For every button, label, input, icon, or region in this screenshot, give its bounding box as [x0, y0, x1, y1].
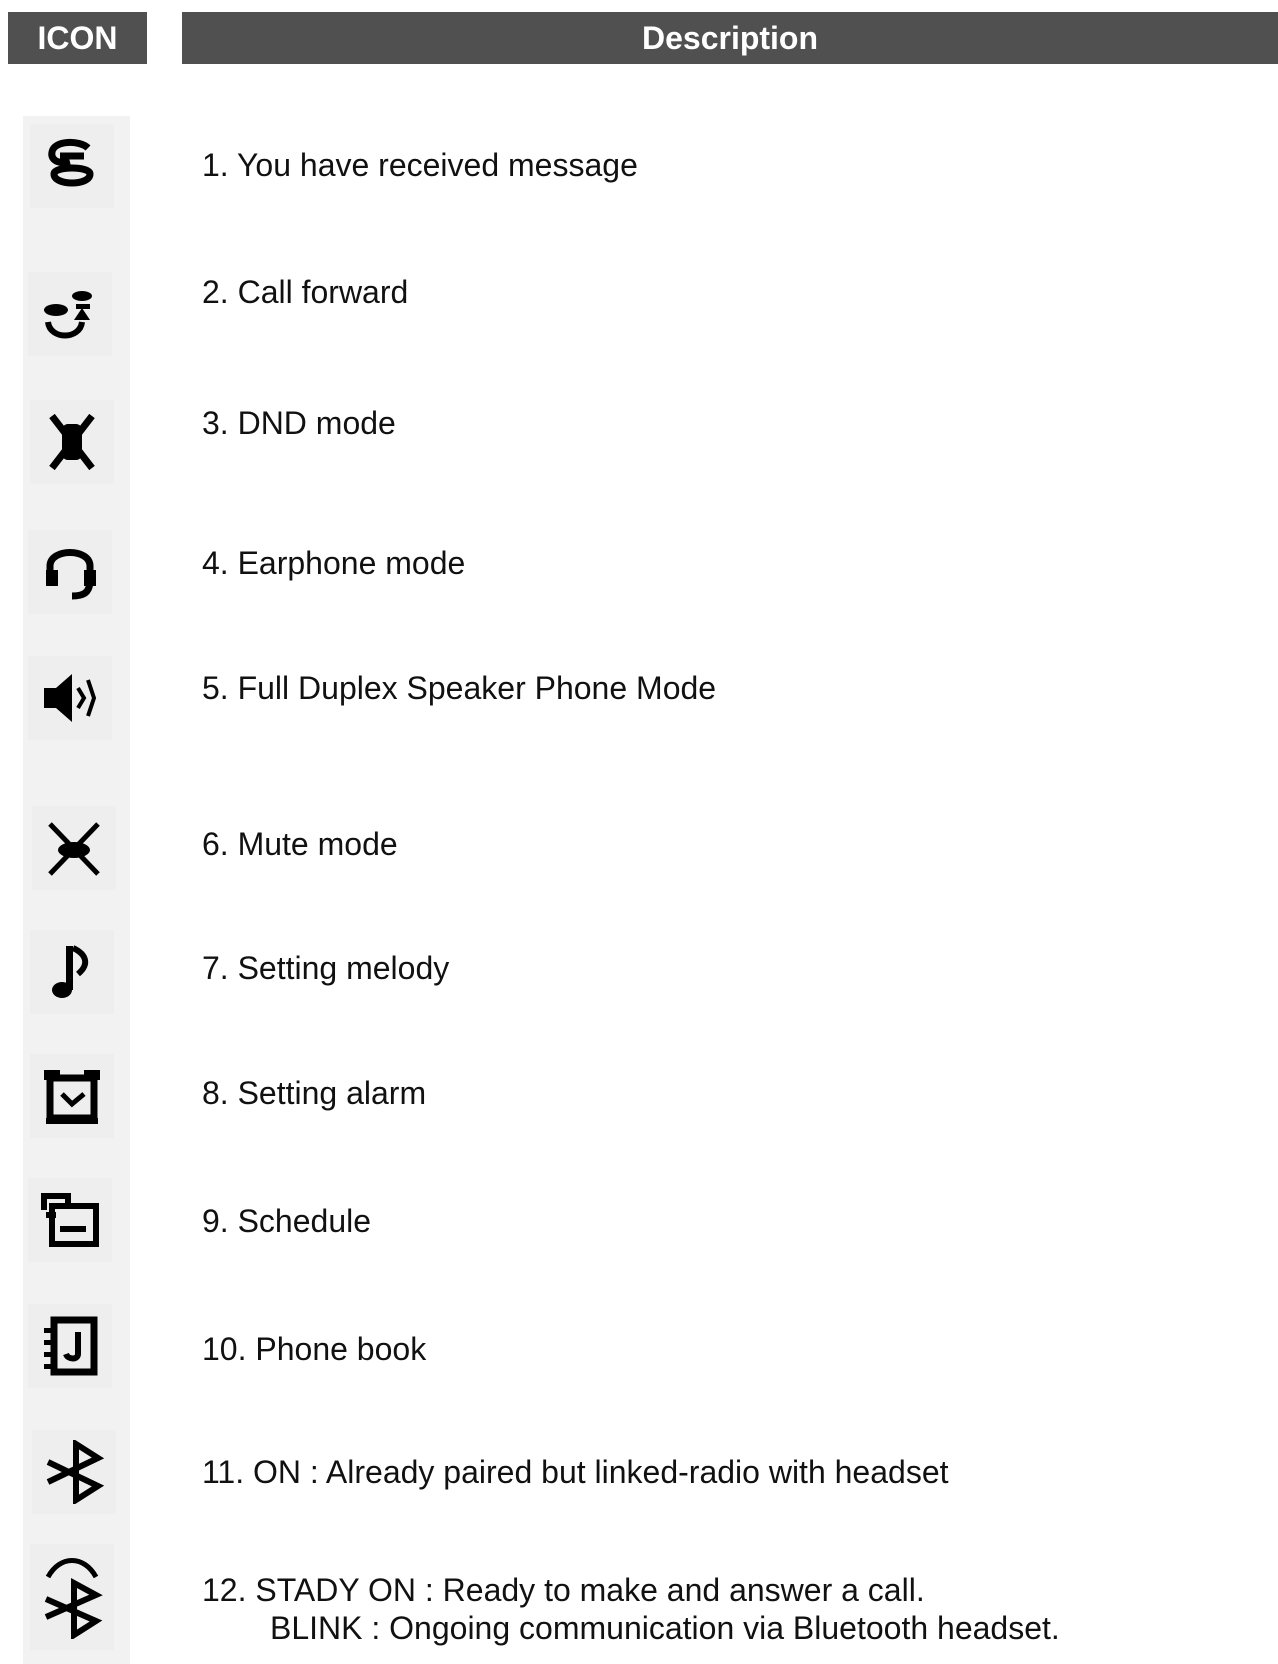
bluetooth-icon: [32, 1430, 116, 1514]
mute-icon: [32, 806, 116, 890]
row-12-line-1: 12. STADY ON : Ready to make and answer …: [202, 1572, 925, 1608]
row-5-description: 5. Full Duplex Speaker Phone Mode: [202, 670, 717, 706]
row-12-description: 12. STADY ON : Ready to make and answer …: [202, 1571, 1060, 1647]
speaker-icon: [28, 656, 112, 740]
headset-icon: [28, 530, 112, 614]
description-column-header: Description: [182, 12, 1278, 64]
dnd-icon: [30, 400, 114, 484]
row-9-description: 9. Schedule: [202, 1203, 372, 1239]
phone-book-icon: [28, 1304, 112, 1388]
row-2-description: 2. Call forward: [202, 274, 409, 310]
message-icon: [30, 124, 114, 208]
row-6-description: 6. Mute mode: [202, 826, 398, 862]
call-forward-icon: [28, 272, 112, 356]
row-1-description: 1. You have received message: [202, 147, 638, 183]
schedule-icon: [28, 1178, 112, 1262]
music-note-icon: [30, 930, 114, 1014]
row-3-description: 3. DND mode: [202, 405, 396, 441]
bluetooth-signal-icon: [30, 1544, 114, 1650]
row-11-description: 11. ON : Already paired but linked-radio…: [202, 1454, 949, 1490]
row-4-description: 4. Earphone mode: [202, 545, 466, 581]
row-8-description: 8. Setting alarm: [202, 1075, 427, 1111]
icon-column-header: ICON: [8, 12, 147, 64]
alarm-clock-icon: [30, 1054, 114, 1138]
row-7-description: 7. Setting melody: [202, 950, 450, 986]
row-12-line-2: BLINK : Ongoing communication via Blueto…: [270, 1610, 1060, 1646]
row-10-description: 10. Phone book: [202, 1331, 427, 1367]
